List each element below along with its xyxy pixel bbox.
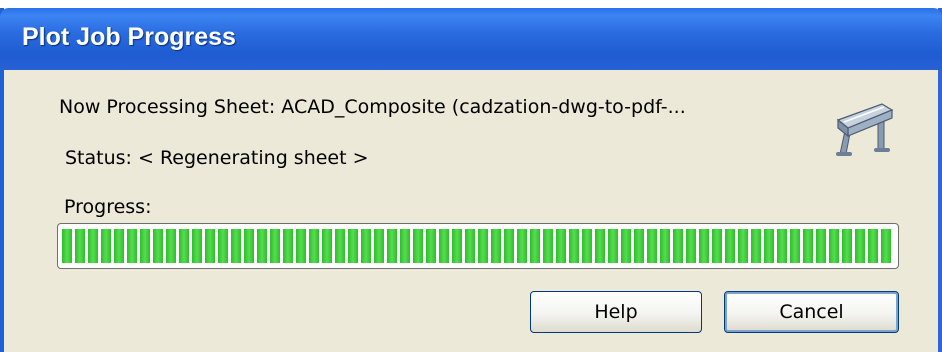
title-bar[interactable]: Plot Job Progress xyxy=(0,8,942,70)
cancel-button[interactable]: Cancel xyxy=(724,291,899,333)
dialog-title: Plot Job Progress xyxy=(22,23,236,51)
progress-bar-fill xyxy=(62,229,894,263)
progress-bar xyxy=(57,223,899,269)
plotter-icon xyxy=(836,103,894,156)
help-button[interactable]: Help xyxy=(530,291,702,333)
plot-job-progress-dialog: Plot Job Progress Now Processing Sheet: … xyxy=(0,8,942,352)
progress-label: Progress: xyxy=(64,196,152,218)
processing-sheet-text: Now Processing Sheet: ACAD_Composite (ca… xyxy=(59,96,686,118)
status-text: Status: < Regenerating sheet > xyxy=(65,147,369,169)
